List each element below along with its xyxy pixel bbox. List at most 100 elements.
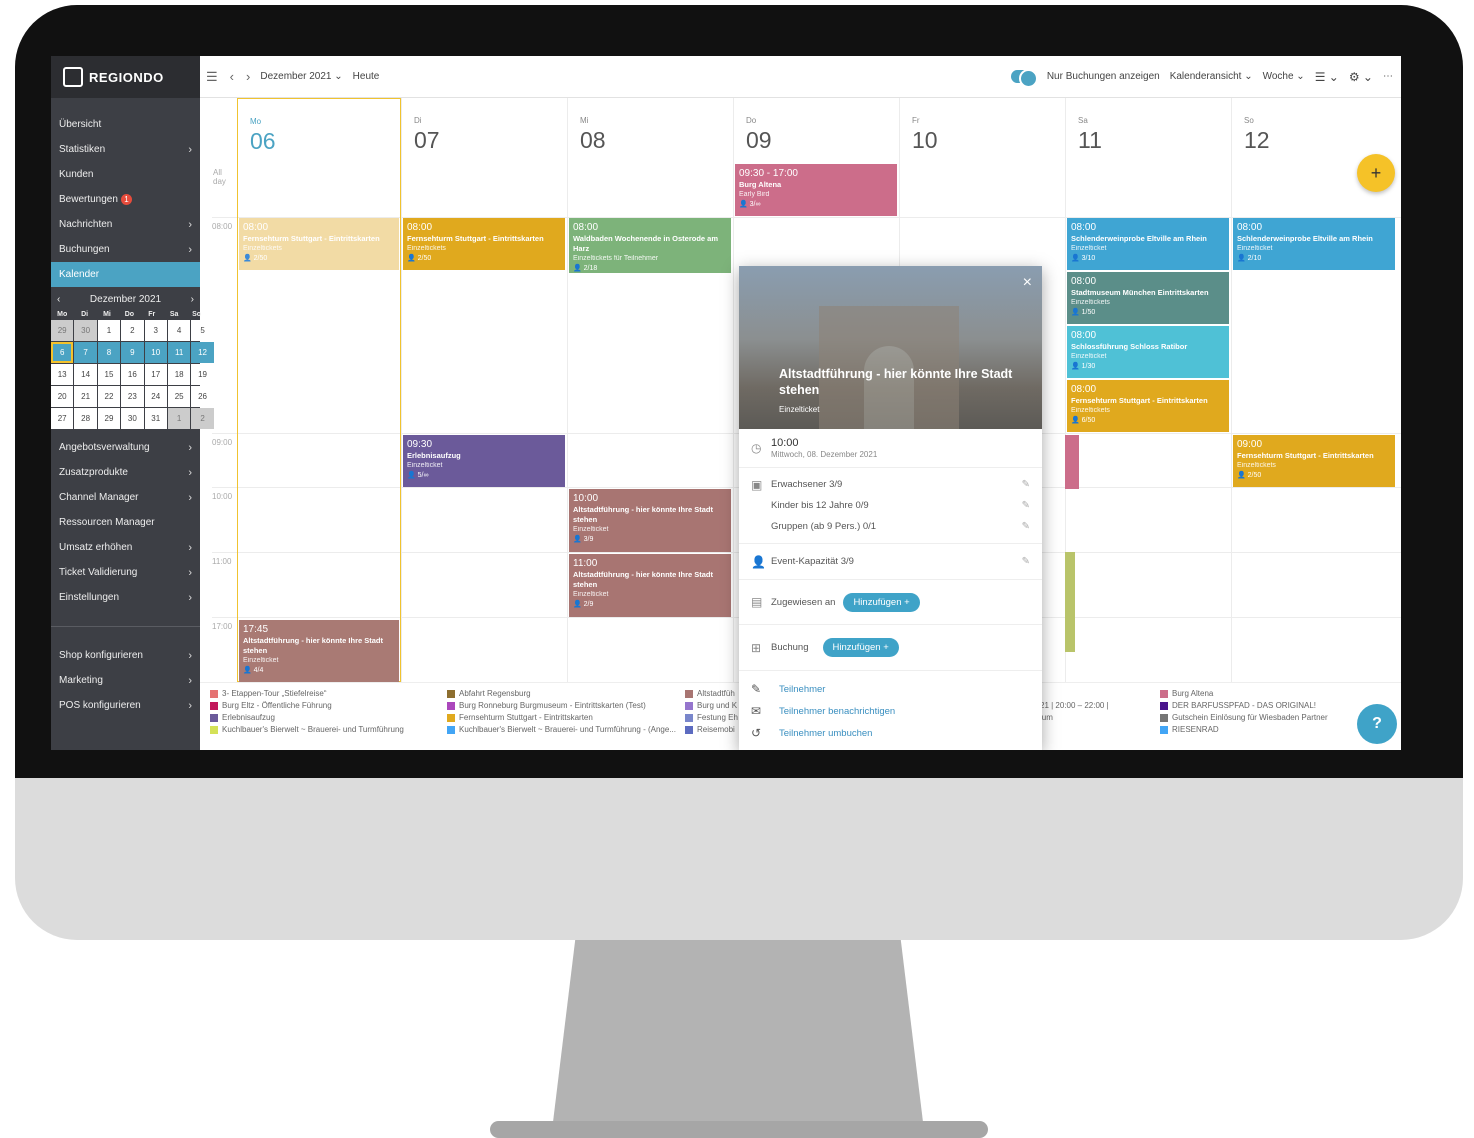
regiondo-logo-icon <box>63 67 83 87</box>
sidebar-item-shop-konfigurieren[interactable]: Shop konfigurieren › <box>51 643 200 668</box>
mini-calendar-day[interactable]: 22 <box>97 386 121 407</box>
sidebar-item-umsatz-erhoehen[interactable]: Umsatz erhöhen › <box>51 535 200 560</box>
settings-icon[interactable]: ⚙ ⌄ <box>1349 70 1373 84</box>
mini-calendar-month: Dezember 2021 <box>89 293 162 305</box>
close-icon[interactable]: × <box>1023 274 1032 292</box>
day-column-di[interactable]: Di 07 <box>401 98 567 682</box>
sidebar-item-statistiken[interactable]: Statistiken › <box>51 137 200 162</box>
mini-calendar-day[interactable]: 14 <box>74 364 97 385</box>
mini-calendar-day[interactable]: 18 <box>167 364 191 385</box>
calendar-event[interactable]: 09:30 Erlebnisaufzug Einzelticket 👤 5/∞ <box>403 435 565 487</box>
sidebar-item-uebersicht[interactable]: Übersicht <box>51 112 200 137</box>
legend-swatch <box>685 713 693 722</box>
rebook-participants-link[interactable]: ↺ Teilnehmer umbuchen <box>739 722 1042 744</box>
sidebar-item-einstellungen[interactable]: Einstellungen › <box>51 585 200 610</box>
booking-add-button[interactable]: Hinzufügen + <box>822 638 899 657</box>
mini-calendar-day[interactable]: 1 <box>97 320 121 341</box>
more-icon[interactable]: ⋯ <box>1383 71 1393 82</box>
day-column-mo[interactable]: Mo 06 <box>237 98 401 682</box>
mini-calendar-day[interactable]: 21 <box>74 386 97 407</box>
edit-icon[interactable]: ✎ <box>1022 521 1030 532</box>
calendar-event-partial[interactable] <box>1065 552 1075 652</box>
mini-calendar-day[interactable]: 10 <box>144 342 167 363</box>
sidebar-item-kalender[interactable]: Kalender <box>51 262 200 287</box>
calendar-event[interactable]: 10:00 Altstadtführung - hier könnte Ihre … <box>569 489 731 552</box>
sidebar-item-ressourcen-manager[interactable]: Ressourcen Manager <box>51 510 200 535</box>
brand[interactable]: REGIONDO <box>51 56 200 98</box>
mini-calendar-day[interactable]: 27 <box>51 408 74 429</box>
assign-add-button[interactable]: Hinzufügen + <box>843 592 920 612</box>
calendar-event[interactable]: 09:00 Fernsehturm Stuttgart - Eintrittska… <box>1233 435 1395 487</box>
mini-calendar-day[interactable]: 30 <box>121 408 144 429</box>
sidebar-item-channel-manager[interactable]: Channel Manager › <box>51 485 200 510</box>
calendar-event[interactable]: 08:00 Stadtmuseum München Eintrittskarten… <box>1067 272 1229 324</box>
calendar-event[interactable]: 08:00 Fernsehturm Stuttgart - Eintrittska… <box>239 218 399 270</box>
mini-calendar-day[interactable]: 11 <box>167 342 191 363</box>
mini-calendar-prev-button[interactable]: ‹ <box>57 294 60 305</box>
calendar-event-partial[interactable] <box>1065 435 1079 489</box>
mini-calendar-day[interactable]: 4 <box>167 320 191 341</box>
sidebar-item-buchungen[interactable]: Buchungen › <box>51 237 200 262</box>
event-ticket-type: Einzeltickets <box>243 245 282 252</box>
calendar-event[interactable]: 08:00 Fernsehturm Stuttgart - Eintrittska… <box>403 218 565 270</box>
sidebar-item-marketing[interactable]: Marketing › <box>51 668 200 693</box>
view-dropdown[interactable]: Kalenderansicht ⌄ <box>1170 71 1253 82</box>
menu-icon[interactable]: ☰ <box>206 69 218 85</box>
mini-calendar-day[interactable]: 31 <box>144 408 167 429</box>
mini-calendar-day[interactable]: 1 <box>167 408 191 429</box>
only-bookings-toggle[interactable] <box>1010 69 1038 88</box>
help-button[interactable]: ? <box>1357 704 1397 744</box>
calendar-event[interactable]: 11:00 Altstadtführung - hier könnte Ihre … <box>569 554 731 617</box>
calendar-event[interactable]: 08:00 Schlenderweinprobe Eltville am Rhei… <box>1233 218 1395 270</box>
day-header: Fr 10 <box>900 98 1065 164</box>
mini-calendar-day[interactable]: 25 <box>167 386 191 407</box>
sidebar-item-ticket-validierung[interactable]: Ticket Validierung › <box>51 560 200 585</box>
mini-calendar-day[interactable]: 30 <box>74 320 97 341</box>
sidebar-item-bewertungen[interactable]: Bewertungen 1 <box>51 187 200 212</box>
calendar-event[interactable]: 08:00 Waldbaden Wochenende in Osterode am… <box>569 218 731 273</box>
day-name: Do <box>746 116 757 125</box>
calendar-event[interactable]: 08:00 Schlenderweinprobe Eltville am Rhei… <box>1067 218 1229 270</box>
filter-icon[interactable]: ☰ ⌄ <box>1315 70 1339 84</box>
mini-calendar-day[interactable]: 29 <box>51 320 74 341</box>
add-event-button[interactable]: + <box>1357 154 1395 192</box>
period-dropdown[interactable]: Dezember 2021 ⌄ <box>260 71 342 82</box>
mini-calendar-day[interactable]: 9 <box>121 342 144 363</box>
mini-calendar-day[interactable]: 24 <box>144 386 167 407</box>
calendar-event[interactable]: 09:30 - 17:00 Burg Altena Early Bird 👤 3/∞ <box>735 164 897 216</box>
previous-week-button[interactable]: ‹ <box>230 69 234 84</box>
participants-link[interactable]: ✎ Teilnehmer <box>739 678 1042 700</box>
legend-swatch <box>685 689 693 698</box>
mini-calendar-day[interactable]: 29 <box>97 408 121 429</box>
event-title: Fernsehturm Stuttgart - Eintrittskarten <box>1237 451 1374 460</box>
mini-calendar-day[interactable]: 15 <box>97 364 121 385</box>
sidebar-item-zusatzprodukte[interactable]: Zusatzprodukte › <box>51 460 200 485</box>
mini-calendar-day[interactable]: 20 <box>51 386 74 407</box>
mini-calendar-day[interactable]: 8 <box>97 342 121 363</box>
range-dropdown[interactable]: Woche ⌄ <box>1263 71 1305 82</box>
sidebar-item-angebotsverwaltung[interactable]: Angebotsverwaltung › <box>51 435 200 460</box>
today-button[interactable]: Heute <box>353 71 380 82</box>
mini-calendar-day[interactable]: 16 <box>121 364 144 385</box>
mini-calendar-day[interactable]: 3 <box>144 320 167 341</box>
calendar-event[interactable]: 17:45 Altstadtführung - hier könnte Ihre … <box>239 620 399 684</box>
mini-calendar-day[interactable]: 13 <box>51 364 74 385</box>
mini-calendar-next-button[interactable]: › <box>191 294 194 305</box>
edit-icon[interactable]: ✎ <box>1022 556 1030 567</box>
mini-calendar-day[interactable]: 23 <box>121 386 144 407</box>
next-week-button[interactable]: › <box>246 69 250 84</box>
sidebar-item-kunden[interactable]: Kunden <box>51 162 200 187</box>
notify-participants-link[interactable]: ✉ Teilnehmer benachrichtigen <box>739 700 1042 722</box>
calendar-event[interactable]: 08:00 Fernsehturm Stuttgart - Eintrittska… <box>1067 380 1229 432</box>
edit-icon[interactable]: ✎ <box>1022 500 1030 511</box>
mini-calendar-day[interactable]: 2 <box>121 320 144 341</box>
sidebar-item-nachrichten[interactable]: Nachrichten › <box>51 212 200 237</box>
mini-calendar-day[interactable]: 17 <box>144 364 167 385</box>
edit-icon[interactable]: ✎ <box>1022 479 1030 490</box>
event-time: 17:45 <box>243 624 269 635</box>
mini-calendar-day[interactable]: 7 <box>74 342 97 363</box>
sidebar-item-pos-konfigurieren[interactable]: POS konfigurieren › <box>51 693 200 718</box>
mini-calendar-day[interactable]: 28 <box>74 408 97 429</box>
mini-calendar-day[interactable]: 6 <box>51 342 74 363</box>
calendar-event[interactable]: 08:00 Schlossführung Schloss Ratibor Einze… <box>1067 326 1229 378</box>
